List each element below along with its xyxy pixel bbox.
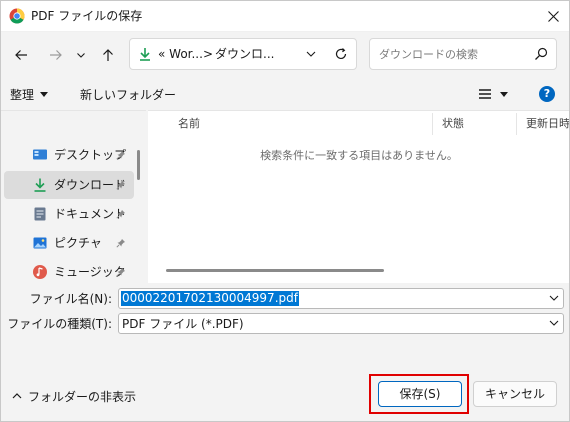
pin-icon[interactable] — [116, 267, 126, 277]
organize-label: 整理 — [10, 87, 35, 102]
document-icon — [34, 207, 46, 221]
pin-icon[interactable] — [116, 150, 126, 160]
arrow-left-icon — [15, 50, 27, 60]
sidebar-item-label: ミュージック — [54, 265, 126, 279]
search-box[interactable]: ダウンロードの検索 — [369, 38, 557, 70]
file-list: 名前 状態 更新日時 検索条件に一致する項目はありません。 — [148, 110, 570, 283]
pin-icon[interactable] — [116, 209, 126, 219]
download-icon — [34, 178, 46, 192]
sidebar-item-documents[interactable]: ドキュメント — [4, 200, 134, 228]
sidebar-item-desktop[interactable]: デスクトップ — [4, 141, 134, 169]
download-icon — [138, 47, 152, 61]
breadcrumb-separator[interactable]: > — [203, 47, 213, 62]
horizontal-scrollbar[interactable] — [166, 269, 384, 272]
breadcrumb-current[interactable]: ダウンロ... — [215, 47, 274, 62]
pin-icon[interactable] — [116, 238, 126, 248]
sidebar-item-downloads[interactable]: ダウンロード — [4, 171, 134, 199]
sidebar-item-music[interactable]: ミュージック — [4, 258, 134, 286]
pictures-icon — [33, 237, 47, 249]
caret-down-icon — [40, 91, 49, 97]
column-header-name[interactable]: 名前 — [178, 117, 200, 131]
column-header-status[interactable]: 状態 — [442, 117, 464, 131]
music-icon — [33, 265, 47, 279]
filetype-label: ファイルの種類(T): — [7, 317, 112, 331]
new-folder-button[interactable]: 新しいフォルダー — [80, 84, 176, 104]
sidebar-item-pictures[interactable]: ピクチャ — [4, 229, 134, 257]
sidebar-scrollbar[interactable] — [137, 150, 140, 180]
forward-button[interactable] — [43, 42, 69, 68]
title-bar: PDF ファイルの保存 — [0, 0, 570, 32]
help-icon[interactable]: ? — [539, 86, 555, 102]
chevron-down-icon — [77, 53, 85, 58]
navigation-pane: デスクトップ ダウンロード ドキュメント ピクチャ ミュージック — [0, 110, 146, 283]
recent-locations-button[interactable] — [68, 42, 94, 68]
arrow-up-icon — [103, 49, 113, 61]
caret-down-icon — [500, 91, 508, 97]
chevron-down-icon — [306, 51, 316, 57]
filename-label: ファイル名(N): — [29, 292, 112, 306]
search-input[interactable]: ダウンロードの検索 — [379, 48, 478, 61]
chevron-up-icon — [12, 393, 22, 399]
search-icon[interactable] — [534, 47, 548, 61]
back-button[interactable] — [8, 42, 34, 68]
refresh-button[interactable] — [334, 47, 348, 61]
column-divider[interactable] — [516, 113, 517, 135]
annotation-highlight-box — [369, 374, 469, 414]
filename-input[interactable]: 00002201702130004997.pdf — [121, 291, 299, 306]
pin-icon[interactable] — [116, 180, 126, 190]
up-button[interactable] — [95, 42, 121, 68]
filetype-value: PDF ファイル (*.PDF) — [122, 317, 244, 331]
close-button[interactable] — [536, 0, 570, 32]
column-divider[interactable] — [432, 113, 433, 135]
hide-folders-label: フォルダーの非表示 — [28, 389, 137, 404]
filetype-select[interactable]: PDF ファイル (*.PDF) — [118, 313, 564, 334]
cancel-button[interactable]: キャンセル — [473, 381, 557, 407]
address-dropdown-button[interactable] — [306, 50, 316, 58]
column-header-modified[interactable]: 更新日時 — [526, 117, 570, 131]
chevron-down-icon[interactable] — [549, 294, 559, 302]
arrow-right-icon — [50, 50, 62, 60]
hide-folders-button[interactable]: フォルダーの非表示 — [12, 388, 136, 404]
desktop-icon — [33, 149, 47, 160]
close-icon — [547, 10, 559, 22]
refresh-icon — [335, 48, 347, 60]
sidebar-item-label: ピクチャ — [54, 236, 102, 250]
view-options-button[interactable] — [478, 84, 518, 104]
window-title: PDF ファイルの保存 — [31, 9, 143, 23]
breadcrumb-parent[interactable]: « Wor... — [158, 47, 203, 62]
address-bar[interactable]: « Wor... > ダウンロ... — [129, 38, 357, 70]
chrome-icon — [9, 8, 25, 24]
organize-button[interactable]: 整理 — [10, 84, 49, 104]
filename-field[interactable]: 00002201702130004997.pdf — [118, 288, 564, 309]
list-view-icon — [479, 89, 491, 99]
chevron-down-icon[interactable] — [549, 319, 559, 327]
empty-message: 検索条件に一致する項目はありません。 — [260, 149, 458, 162]
